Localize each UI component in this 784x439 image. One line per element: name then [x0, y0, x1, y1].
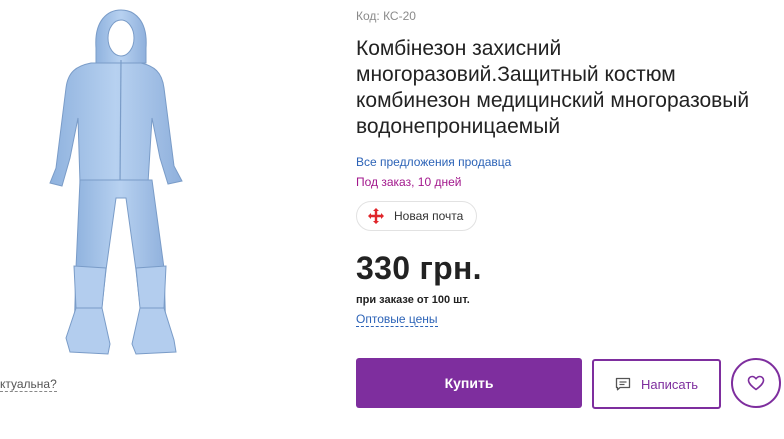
write-button-label: Написать	[640, 376, 699, 392]
min-order-note: при заказе от 100 шт.	[356, 294, 470, 306]
delivery-label: Новая почта	[394, 209, 464, 223]
product-gallery: ктуальна?	[0, 0, 340, 439]
write-button[interactable]: Написать	[592, 359, 721, 409]
relevance-link[interactable]: ктуальна?	[0, 377, 57, 392]
buy-button-label: Купить	[444, 375, 494, 391]
availability-status: Под заказ, 10 дней	[356, 175, 462, 189]
product-image[interactable]	[36, 8, 206, 360]
buy-button[interactable]: Купить	[356, 358, 582, 408]
nova-poshta-icon	[368, 208, 384, 224]
product-title: Комбінезон захисний многоразовий.Защитны…	[356, 37, 750, 138]
delivery-option: Новая почта	[356, 201, 478, 231]
message-icon	[615, 377, 631, 391]
wholesale-prices-link[interactable]: Оптовые цены	[356, 312, 438, 327]
seller-offers-link[interactable]: Все предложения продавца	[356, 155, 511, 169]
heart-icon	[747, 375, 765, 391]
product-code: Код: КС-20	[356, 9, 416, 23]
favorite-button[interactable]	[731, 358, 781, 408]
price: 330 грн.	[356, 250, 482, 286]
